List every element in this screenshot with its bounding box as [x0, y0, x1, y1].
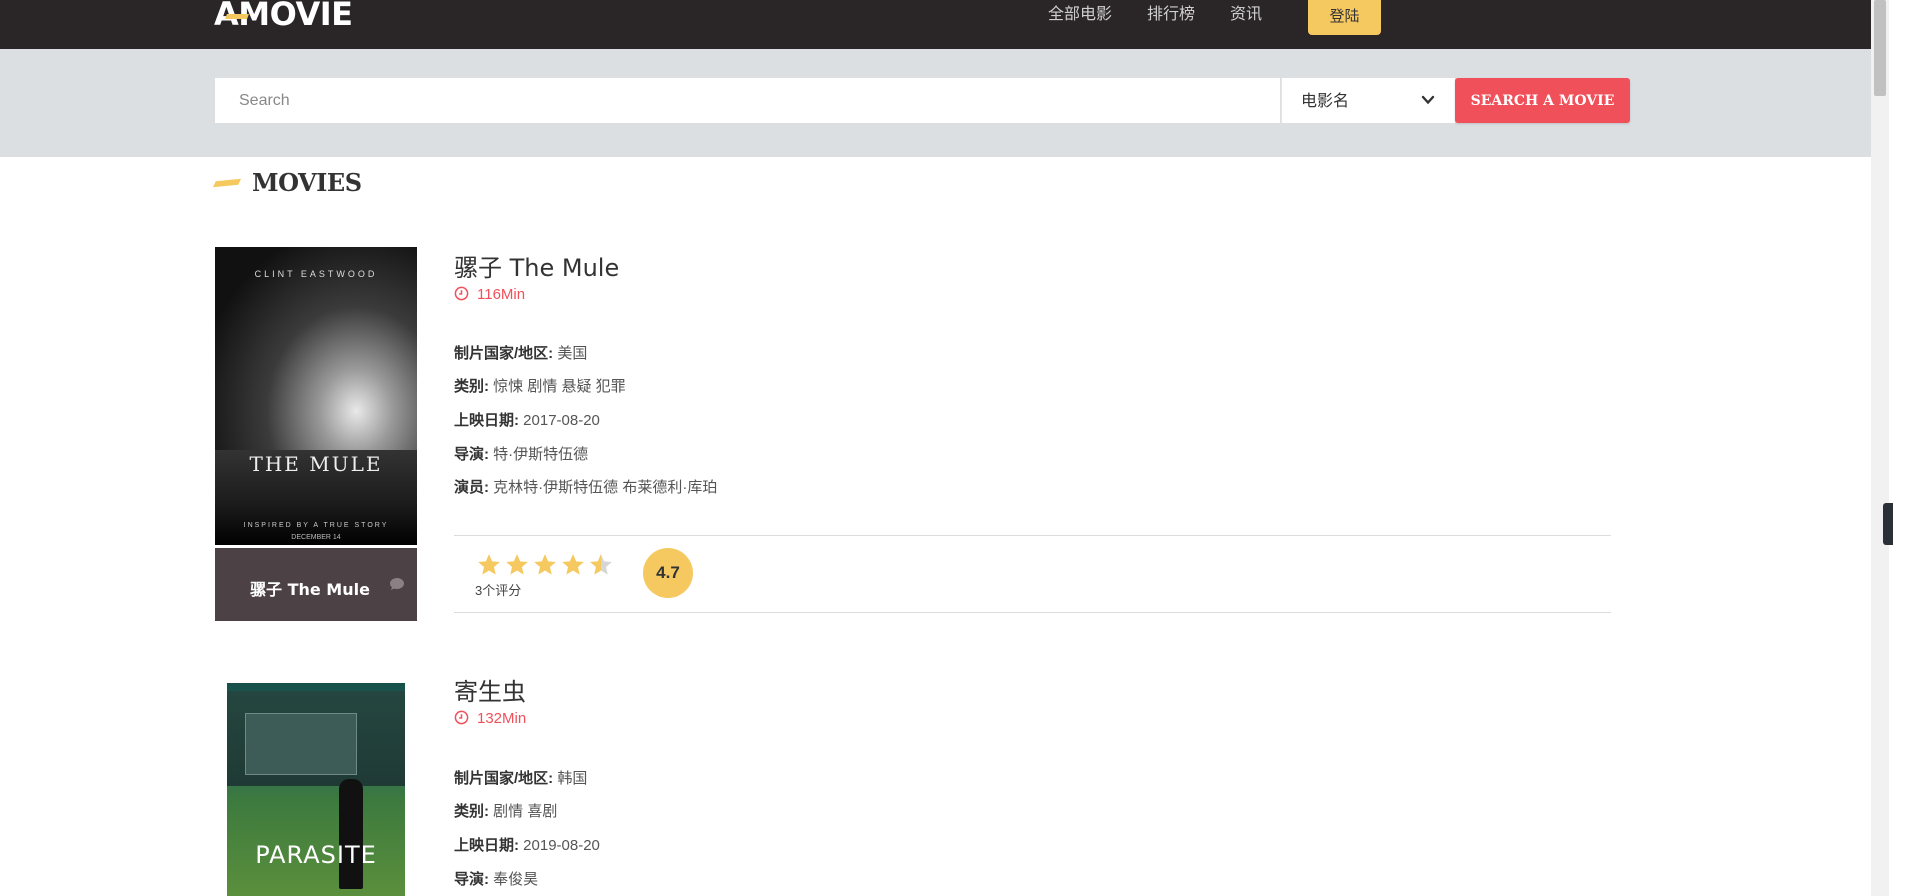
comment-icon[interactable]	[389, 577, 405, 591]
info-cast: 演员: 克林特·伊斯特伍德 布莱德利·库珀	[454, 479, 718, 496]
info-genre: 类别: 惊悚 剧情 悬疑 犯罪	[454, 378, 626, 395]
poster-date: DECEMBER 14	[291, 534, 341, 541]
divider	[454, 612, 1611, 613]
movie-runtime: 132Min	[454, 710, 526, 727]
movie-poster[interactable]: PARASITE	[227, 683, 405, 896]
star-icon	[562, 554, 584, 575]
star-rating	[475, 552, 615, 578]
clock-icon	[454, 710, 469, 725]
poster-caption[interactable]: 骡子 The Mule	[215, 548, 417, 621]
search-type-select[interactable]: 电影名	[1281, 78, 1455, 123]
side-widget-tab[interactable]	[1883, 503, 1893, 545]
search-input[interactable]	[215, 78, 1280, 123]
movie-runtime: 116Min	[454, 286, 525, 303]
review-count: 3个评分	[475, 583, 522, 598]
info-country: 制片国家/地区: 美国	[454, 345, 588, 362]
logo-text: MOVIE	[238, 0, 353, 33]
top-navbar: A MOVIE 全部电影 排行榜 资讯 登陆	[0, 0, 1871, 49]
search-button[interactable]: SEARCH A MOVIE	[1455, 78, 1630, 123]
site-logo[interactable]: A MOVIE	[214, 0, 353, 34]
section-accent-mark	[212, 178, 242, 188]
section-title: MOVIES	[252, 168, 362, 197]
info-country: 制片国家/地区: 韩国	[454, 770, 588, 787]
info-director: 导演: 特·伊斯特伍德	[454, 446, 589, 463]
poster-title: THE MULE	[249, 452, 383, 476]
poster-title: PARASITE	[255, 841, 377, 869]
divider	[454, 535, 1611, 536]
scrollbar-track[interactable]	[1871, 0, 1889, 896]
info-release-date: 上映日期: 2019-08-20	[454, 837, 600, 854]
chevron-down-icon	[1421, 95, 1435, 105]
nav-rankings[interactable]: 排行榜	[1147, 0, 1195, 32]
poster-tagline: INSPIRED BY A TRUE STORY	[243, 522, 389, 529]
info-genre: 类别: 剧情 喜剧	[454, 803, 558, 820]
select-value: 电影名	[1301, 93, 1350, 110]
info-director: 导演: 奉俊昊	[454, 871, 539, 888]
star-icon	[506, 554, 528, 575]
movie-title[interactable]: 寄生虫	[454, 672, 526, 707]
poster-caption-title: 骡子 The Mule	[250, 580, 370, 599]
scrollbar-thumb[interactable]	[1874, 0, 1886, 96]
logo-a-mark: A	[214, 0, 249, 34]
star-icon	[534, 554, 556, 575]
info-release-date: 上映日期: 2017-08-20	[454, 412, 600, 429]
nav-news[interactable]: 资讯	[1230, 0, 1262, 32]
poster-credit: CLINT EASTWOOD	[254, 269, 378, 279]
login-button[interactable]: 登陆	[1308, 0, 1381, 35]
star-icon	[478, 554, 500, 575]
score-badge: 4.7	[643, 548, 693, 598]
movie-poster[interactable]: CLINT EASTWOOD THE MULE INSPIRED BY A TR…	[215, 247, 417, 545]
movie-title[interactable]: 骡子 The Mule	[454, 248, 619, 283]
main-nav: 全部电影 排行榜 资讯	[1048, 0, 1297, 32]
clock-icon	[454, 286, 469, 301]
nav-all-movies[interactable]: 全部电影	[1048, 0, 1112, 32]
half-star-icon	[590, 554, 612, 575]
